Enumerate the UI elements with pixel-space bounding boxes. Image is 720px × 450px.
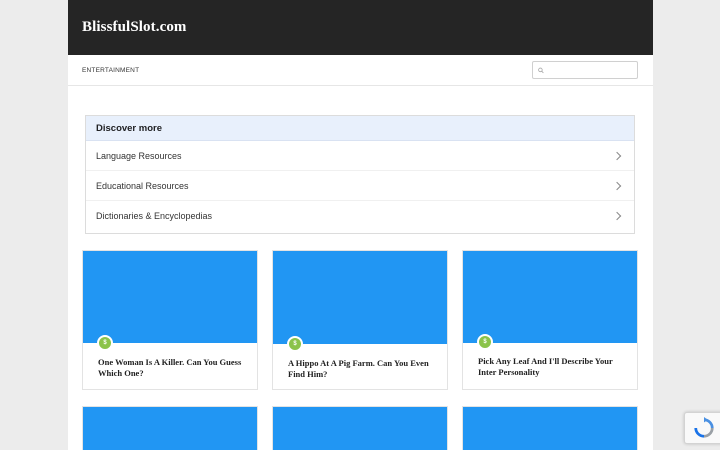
chevron-right-icon <box>612 181 622 190</box>
card-thumbnail[interactable] <box>83 407 257 450</box>
discover-item-label: Dictionaries & Encyclopedias <box>96 211 213 221</box>
page-container: BlissfulSlot.com ENTERTAINMENT Discover … <box>68 0 653 450</box>
search-icon <box>538 67 544 73</box>
search-box[interactable] <box>532 61 638 79</box>
article-card[interactable]: $ Pick Any Leaf And I'll Describe Your I… <box>462 250 638 390</box>
dollar-badge-icon: $ <box>477 334 493 350</box>
recaptcha-icon <box>694 417 714 438</box>
card-title[interactable]: Pick Any Leaf And I'll Describe Your Int… <box>478 356 625 378</box>
nav-item-entertainment[interactable]: ENTERTAINMENT <box>82 67 139 74</box>
card-title[interactable]: One Woman Is A Killer. Can You Guess Whi… <box>98 357 245 379</box>
recaptcha-badge[interactable] <box>684 412 720 444</box>
card-thumbnail[interactable] <box>273 251 447 344</box>
article-card[interactable]: $ One Woman Is A Killer. Can You Guess W… <box>82 250 258 390</box>
chevron-right-icon <box>612 151 622 160</box>
article-card[interactable] <box>462 406 638 450</box>
dollar-badge-icon: $ <box>287 336 303 352</box>
discover-item-label: Educational Resources <box>96 180 189 191</box>
site-header: BlissfulSlot.com <box>68 0 653 55</box>
article-card[interactable] <box>82 406 258 450</box>
chevron-right-icon <box>612 211 622 221</box>
discover-item-language-resources[interactable]: Language Resources <box>86 141 634 171</box>
card-thumbnail[interactable] <box>463 251 637 343</box>
article-card[interactable]: $ A Hippo At A Pig Farm. Can You Even Fi… <box>272 250 448 390</box>
card-title[interactable]: A Hippo At A Pig Farm. Can You Even Find… <box>288 358 435 380</box>
article-card[interactable] <box>272 406 448 450</box>
site-logo[interactable]: BlissfulSlot.com <box>82 19 187 36</box>
search-input[interactable] <box>547 66 637 74</box>
discover-item-dictionaries-encyclopedias[interactable]: Dictionaries & Encyclopedias <box>86 201 634 231</box>
card-thumbnail[interactable] <box>463 407 637 450</box>
card-thumbnail[interactable] <box>273 407 447 450</box>
discover-heading: Discover more <box>86 116 634 141</box>
discover-more-panel: Discover more Language Resources Educati… <box>85 115 635 234</box>
card-thumbnail[interactable] <box>83 251 257 343</box>
discover-item-educational-resources[interactable]: Educational Resources <box>86 171 634 201</box>
discover-item-label: Language Resources <box>96 150 182 161</box>
nav-bar: ENTERTAINMENT <box>68 55 653 86</box>
dollar-badge-icon: $ <box>97 335 113 351</box>
